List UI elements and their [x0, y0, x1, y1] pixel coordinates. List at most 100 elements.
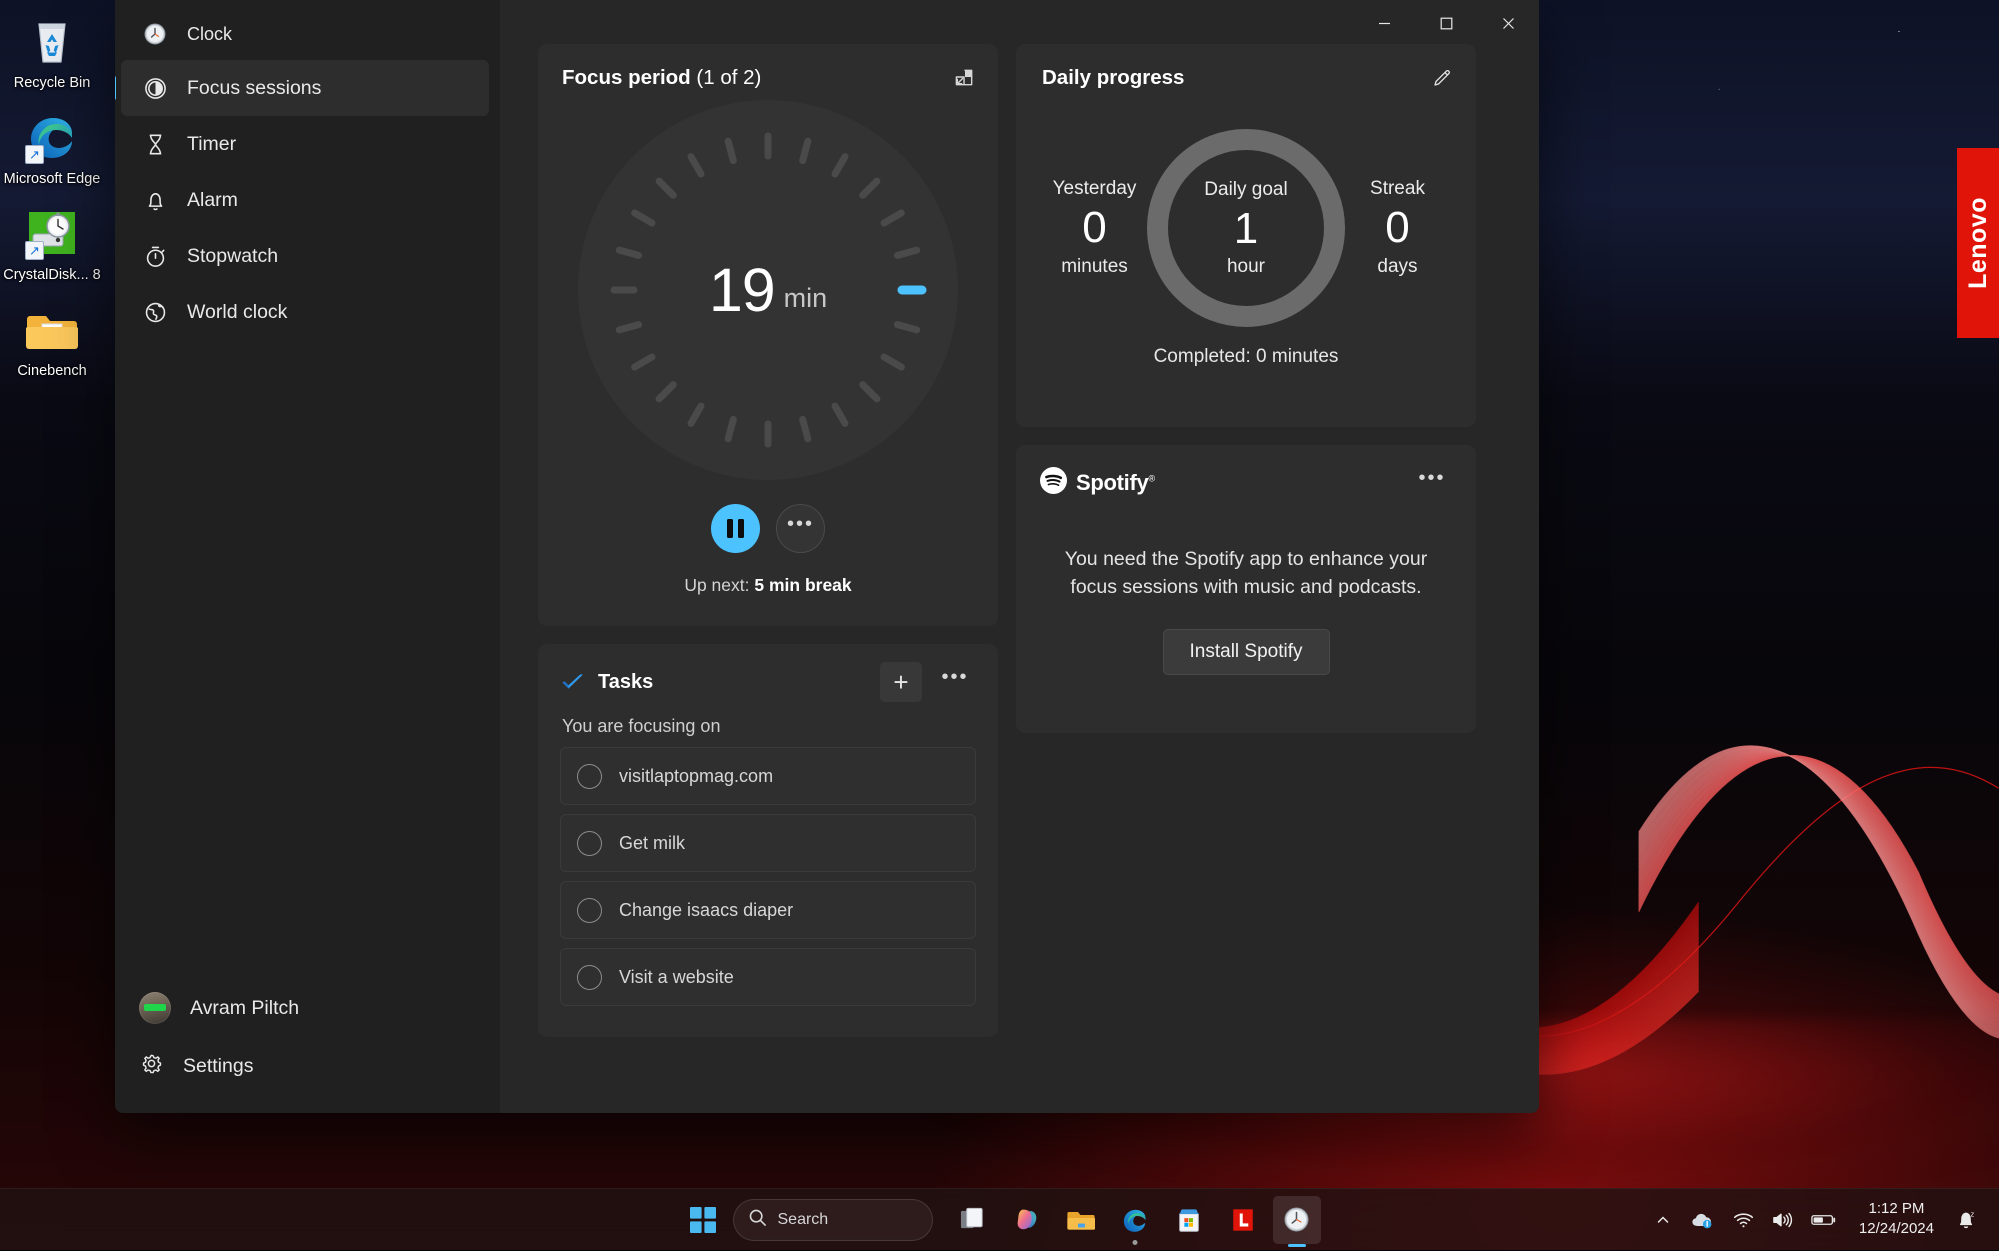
lenovo-vantage-icon[interactable] [1219, 1196, 1267, 1244]
task-checkbox[interactable] [577, 764, 602, 789]
globe-icon [142, 300, 168, 325]
microsoft-store-icon[interactable] [1165, 1196, 1213, 1244]
crystaldiskmark-icon: ↗ [25, 206, 79, 260]
add-task-button[interactable]: + [880, 662, 922, 702]
desktop-icon-crystaldiskmark[interactable]: ↗ CrystalDisk... 8 [0, 198, 104, 294]
tasks-more-options-button[interactable]: ••• [934, 662, 976, 702]
sidebar-item-label: Stopwatch [187, 245, 278, 268]
clock-icon[interactable] [1273, 1196, 1321, 1244]
desktop-icon-label: CrystalDisk... 8 [3, 267, 101, 284]
focus-timer-minutes: 19 [709, 260, 775, 321]
task-checkbox[interactable] [577, 898, 602, 923]
tasks-header: Tasks + ••• [560, 662, 976, 702]
focus-more-options-button[interactable]: ••• [776, 504, 825, 553]
volume-icon[interactable] [1765, 1198, 1800, 1242]
spotify-brand: Spotify® [1040, 467, 1412, 499]
sidebar-item-label: World clock [187, 301, 287, 324]
stat-yesterday-unit: minutes [1042, 256, 1147, 278]
stat-yesterday-label: Yesterday [1042, 178, 1147, 200]
clock-app-window: Clock Focus sessions Timer [115, 0, 1539, 1113]
completed-minutes-text: Completed: 0 minutes [1042, 346, 1450, 368]
task-row[interactable]: Change isaacs diaper [560, 881, 976, 939]
search-placeholder-text: Search [778, 1211, 829, 1229]
focus-period-title-main: Focus period [562, 66, 691, 89]
minimize-button[interactable] [1353, 0, 1415, 46]
recycle-bin-icon [25, 14, 79, 68]
battery-icon[interactable] [1804, 1198, 1844, 1242]
pencil-icon[interactable] [1422, 58, 1462, 96]
copilot-icon[interactable] [1003, 1196, 1051, 1244]
desktop-icon-cinebench[interactable]: Cinebench [0, 294, 104, 390]
main-content: Focus period (1 of 2) [500, 0, 1539, 1113]
settings-label: Settings [183, 1055, 253, 1078]
tasks-title: Tasks [598, 671, 868, 694]
sidebar-spacer [115, 340, 500, 979]
wifi-icon[interactable] [1726, 1198, 1761, 1242]
window-controls [1353, 0, 1539, 46]
focus-sessions-icon [142, 76, 168, 101]
pause-button[interactable] [711, 504, 760, 553]
sidebar-profile[interactable]: Avram Piltch [121, 979, 489, 1037]
clock-datetime[interactable]: 1:12 PM 12/24/2024 [1848, 1198, 1945, 1242]
sidebar-item-label: Alarm [187, 189, 238, 212]
microsoft-edge-icon[interactable] [1111, 1196, 1159, 1244]
notifications-silent-icon[interactable]: z [1949, 1198, 1985, 1242]
task-view-icon[interactable] [949, 1196, 997, 1244]
lenovo-side-tab[interactable]: Lenovo [1957, 148, 1999, 338]
up-next-prefix: Up next: [684, 575, 754, 595]
navigation-sidebar: Clock Focus sessions Timer [115, 0, 500, 1113]
sidebar-item-stopwatch[interactable]: Stopwatch [121, 228, 489, 284]
avatar [139, 992, 171, 1024]
desktop-icon-list: Recycle Bin ↗ Mic [0, 6, 104, 390]
sidebar-item-label: Timer [187, 133, 236, 156]
compact-overlay-icon[interactable] [944, 58, 984, 96]
close-button[interactable] [1477, 0, 1539, 46]
sidebar-item-label: Focus sessions [187, 77, 321, 100]
focus-timer-dial[interactable]: 19 min [578, 100, 958, 480]
file-explorer-icon[interactable] [1057, 1196, 1105, 1244]
desktop-icon-label: Microsoft Edge [4, 171, 101, 188]
left-column: Focus period (1 of 2) [538, 44, 998, 1037]
task-label: Get milk [619, 833, 685, 854]
taskbar-center-group: Search [679, 1189, 1321, 1251]
task-list: visitlaptopmag.com Get milk Change isaacs … [560, 747, 976, 1006]
spotify-wordmark: Spotify® [1076, 470, 1155, 496]
onedrive-icon[interactable] [1684, 1198, 1722, 1242]
up-next-text: Up next: 5 min break [562, 575, 974, 596]
svg-text:z: z [1971, 1209, 1975, 1218]
maximize-button[interactable] [1415, 0, 1477, 46]
active-app-indicator [1288, 1244, 1306, 1247]
running-indicator [1132, 1240, 1137, 1245]
app-title-row: Clock [121, 8, 489, 60]
daily-goal-ring: Daily goal 1 hour [1147, 129, 1345, 327]
desktop-icon-recycle-bin[interactable]: Recycle Bin [0, 6, 104, 102]
task-label: Change isaacs diaper [619, 900, 793, 921]
sidebar-item-world-clock[interactable]: World clock [121, 284, 489, 340]
folder-icon [25, 302, 79, 356]
sidebar-item-settings[interactable]: Settings [121, 1037, 489, 1095]
task-row[interactable]: Get milk [560, 814, 976, 872]
task-checkbox[interactable] [577, 965, 602, 990]
desktop-icon-microsoft-edge[interactable]: ↗ Microsoft Edge [0, 102, 104, 198]
spotify-card: Spotify® ••• You need the Spotify app to… [1016, 445, 1476, 733]
daily-progress-title: Daily progress [1042, 66, 1450, 90]
task-checkbox[interactable] [577, 831, 602, 856]
task-row[interactable]: Visit a website [560, 948, 976, 1006]
focus-period-subtitle: (1 of 2) [696, 66, 761, 89]
search-input[interactable]: Search [733, 1199, 933, 1241]
windows-start-icon[interactable] [679, 1196, 727, 1244]
spotify-more-options-button[interactable]: ••• [1412, 465, 1452, 501]
edge-icon: ↗ [25, 110, 79, 164]
task-row[interactable]: visitlaptopmag.com [560, 747, 976, 805]
sidebar-item-focus-sessions[interactable]: Focus sessions [121, 60, 489, 116]
stat-streak-label: Streak [1345, 178, 1450, 200]
show-hidden-icons-button[interactable] [1646, 1198, 1680, 1242]
system-tray: 1:12 PM 12/24/2024 z [1646, 1189, 1985, 1251]
task-label: Visit a website [619, 967, 734, 988]
focus-period-title: Focus period (1 of 2) [562, 66, 974, 90]
sidebar-item-timer[interactable]: Timer [121, 116, 489, 172]
taskbar: Search [0, 1188, 1999, 1250]
right-column: Daily progress Yesterday 0 minutes Daily… [1016, 44, 1476, 733]
install-spotify-button[interactable]: Install Spotify [1163, 629, 1330, 675]
sidebar-item-alarm[interactable]: Alarm [121, 172, 489, 228]
